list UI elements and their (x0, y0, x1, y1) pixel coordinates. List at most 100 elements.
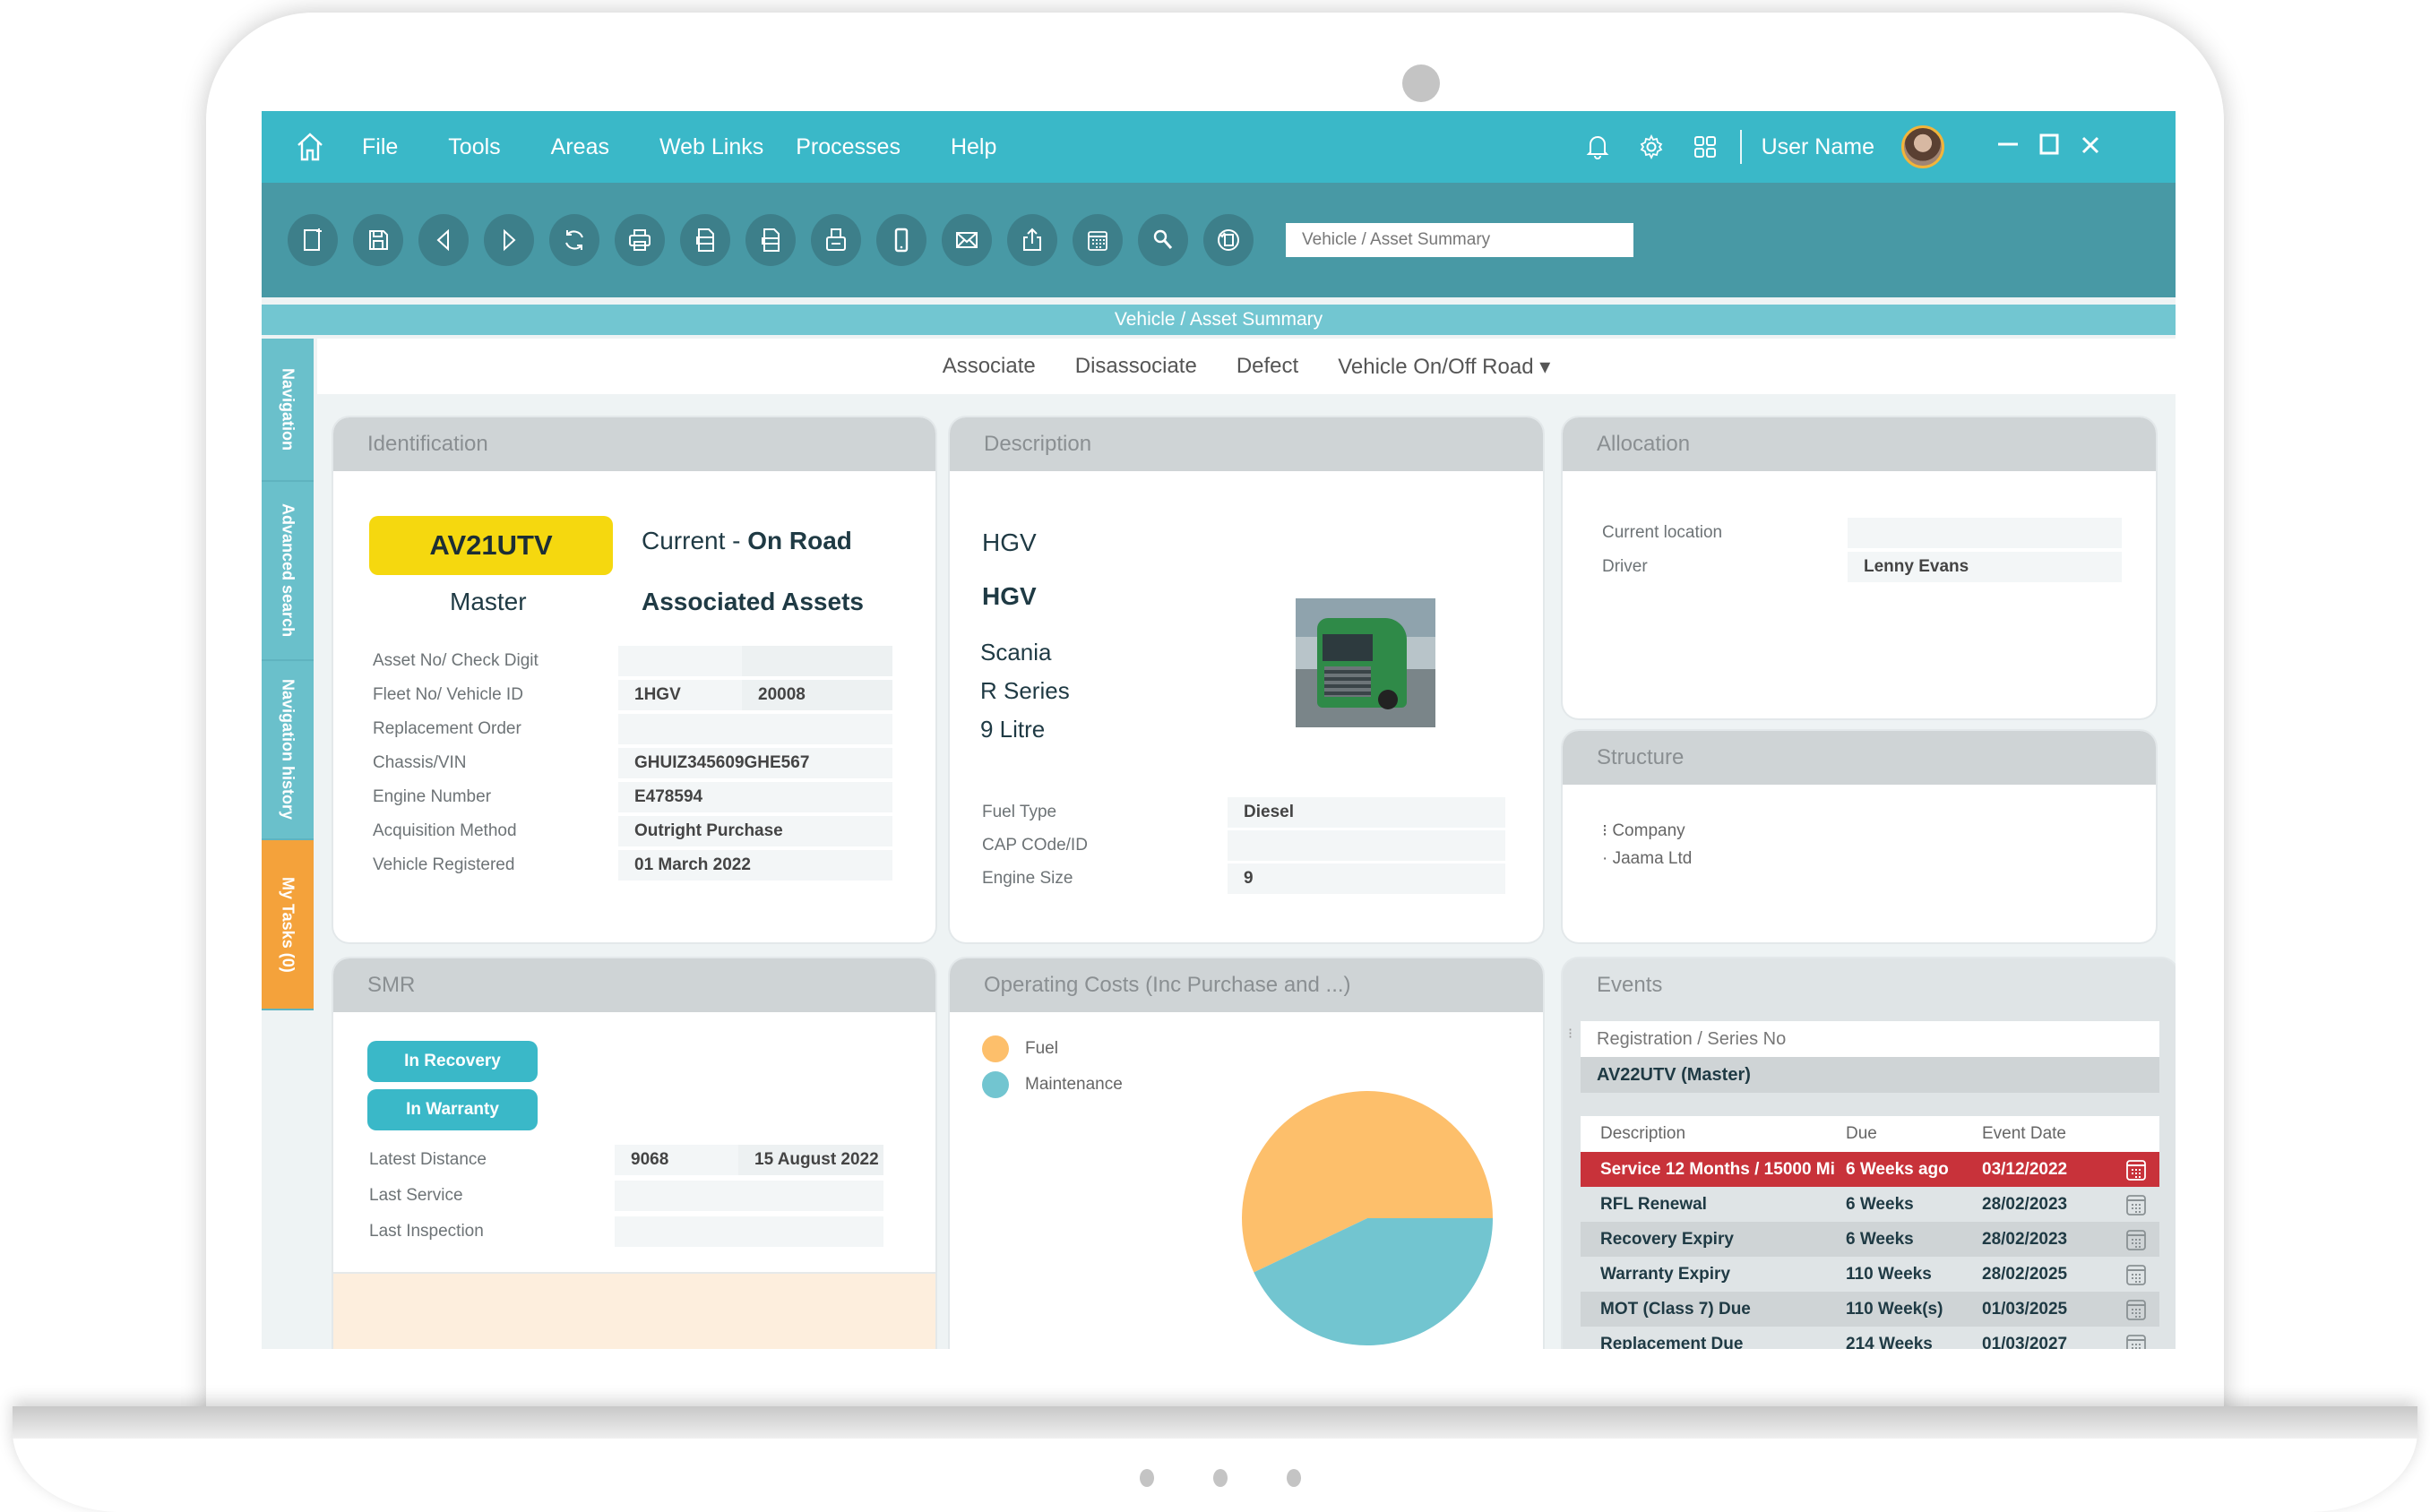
next-icon[interactable] (483, 214, 534, 266)
field-value[interactable]: E478594 (618, 782, 892, 812)
gear-icon[interactable] (1636, 132, 1667, 162)
associated-assets-link[interactable]: Associated Assets (642, 588, 864, 616)
refresh-icon[interactable] (548, 214, 599, 266)
table-row[interactable]: Warranty Expiry 110 Weeks 28/02/2025 (1581, 1257, 2159, 1292)
panel-title: Description (950, 417, 1543, 471)
vehicle-make: Scania (980, 639, 1052, 666)
field-value[interactable] (615, 1216, 883, 1247)
calendar-icon[interactable] (2125, 1298, 2159, 1321)
tree-node-jaama[interactable]: · Jaama Ltd (1602, 849, 1692, 869)
previous-icon[interactable] (418, 214, 469, 266)
bell-icon[interactable] (1582, 132, 1613, 162)
home-icon[interactable] (292, 129, 328, 165)
calendar-icon[interactable] (2125, 1193, 2159, 1216)
field-value[interactable]: GHUIZ345609GHE567 (618, 748, 892, 778)
share-upload-icon[interactable] (1006, 214, 1057, 266)
menu-web-links[interactable]: Web Links (659, 134, 763, 160)
tab-navigation[interactable]: Navigation (262, 339, 314, 482)
menu-areas[interactable]: Areas (551, 134, 609, 160)
field-value[interactable]: 01 March 2022 (618, 850, 892, 881)
table-row[interactable]: Service 12 Months / 15000 Mi 6 Weeks ago 0… (1581, 1152, 2159, 1187)
field-value[interactable]: Diesel (1228, 797, 1505, 828)
new-document-icon[interactable] (287, 214, 338, 266)
table-row[interactable]: Replacement Due 214 Weeks 01/03/2027 (1581, 1327, 2159, 1349)
print-icon[interactable] (614, 214, 665, 266)
export-document-icon[interactable] (679, 214, 730, 266)
in-warranty-badge[interactable]: In Warranty (367, 1089, 538, 1130)
export-document-alt-icon[interactable] (745, 214, 796, 266)
event-date: 28/02/2025 (1982, 1264, 2068, 1284)
tab-advanced-search[interactable]: Advanced search (262, 482, 314, 661)
smr-panel: SMR In Recovery In Warranty Latest Dista… (333, 958, 935, 1349)
save-icon[interactable] (352, 214, 403, 266)
user-name[interactable]: User Name (1762, 134, 1874, 160)
field-value-secondary[interactable]: 20008 (742, 680, 892, 710)
vehicle-on-off-road-dropdown[interactable]: Vehicle On/Off Road ▾ (1338, 354, 1550, 380)
app-window: File Tools Areas Web Links Processes Hel… (262, 111, 2176, 1349)
field-value[interactable] (615, 1181, 883, 1211)
vehicle-photo (1296, 598, 1435, 727)
field-value[interactable]: 9 (1228, 863, 1505, 894)
registration-value[interactable]: AV22UTV (Master) (1581, 1057, 2159, 1093)
field-value[interactable]: 9068 (615, 1145, 738, 1175)
in-recovery-badge[interactable]: In Recovery (367, 1041, 538, 1082)
side-tabs: Navigation Advanced search Navigation hi… (262, 339, 314, 1349)
menu-tools[interactable]: Tools (448, 134, 500, 160)
tab-my-tasks[interactable]: My Tasks (0) (262, 840, 314, 1010)
field-label: Latest Distance (369, 1150, 487, 1169)
vehicle-model: R Series (980, 677, 1070, 704)
associate-button[interactable]: Associate (943, 354, 1036, 379)
table-row[interactable]: MOT (Class 7) Due 110 Week(s) 01/03/2025 (1581, 1292, 2159, 1327)
fax-icon[interactable] (810, 214, 861, 266)
menu-file[interactable]: File (362, 134, 398, 160)
field-value[interactable] (1228, 830, 1505, 861)
avatar[interactable] (1901, 125, 1944, 168)
tree-node-company[interactable]: ⁝ Company (1602, 820, 1685, 841)
field-value[interactable]: Outright Purchase (618, 816, 892, 846)
column-due[interactable]: Due (1846, 1124, 1982, 1144)
table-row[interactable]: Recovery Expiry 6 Weeks 28/02/2023 (1581, 1222, 2159, 1257)
table-header: Description Due Event Date (1581, 1116, 2159, 1152)
field-value[interactable]: 1HGV (618, 680, 742, 710)
divider (1739, 130, 1742, 164)
field-value-secondary[interactable]: 15 August 2022 (738, 1145, 883, 1175)
menu-processes[interactable]: Processes (796, 134, 900, 160)
defect-button[interactable]: Defect (1237, 354, 1298, 379)
calendar-icon[interactable] (2125, 1263, 2159, 1286)
disassociate-button[interactable]: Disassociate (1075, 354, 1197, 379)
history-icon[interactable] (1202, 214, 1254, 266)
column-description[interactable]: Description (1581, 1124, 1846, 1144)
field-label: Chassis/VIN (373, 753, 467, 772)
vehicle-category: HGV (982, 528, 1037, 556)
event-date: 01/03/2025 (1982, 1299, 2068, 1319)
vehicle-status: Current - On Road (642, 527, 852, 554)
calendar-icon[interactable] (2125, 1228, 2159, 1251)
calendar-icon[interactable] (2125, 1158, 2159, 1181)
table-row[interactable]: RFL Renewal 6 Weeks 28/02/2023 (1581, 1187, 2159, 1222)
calendar-icon[interactable] (1072, 214, 1123, 266)
page-search-input[interactable] (1286, 223, 1633, 257)
minimize-icon[interactable] (1995, 133, 2021, 160)
maximize-icon[interactable] (2036, 133, 2063, 160)
indicator-dot (1287, 1469, 1301, 1487)
event-description: Warranty Expiry (1600, 1264, 1731, 1284)
apps-grid-icon[interactable] (1690, 132, 1720, 162)
email-icon[interactable] (941, 214, 992, 266)
field-value[interactable] (1848, 518, 2122, 548)
drag-handle-icon[interactable]: ⁝ (1568, 1025, 1573, 1043)
column-event-date[interactable]: Event Date (1982, 1124, 2125, 1144)
mobile-icon[interactable] (875, 214, 926, 266)
calendar-icon[interactable] (2125, 1333, 2159, 1349)
close-icon[interactable] (2077, 133, 2104, 160)
field-label: Acquisition Method (373, 821, 517, 840)
field-label: Current location (1602, 523, 1723, 542)
event-due: 214 Weeks (1846, 1334, 1933, 1350)
field-value-secondary[interactable] (742, 646, 892, 676)
field-value[interactable] (618, 646, 742, 676)
menu-help[interactable]: Help (951, 134, 996, 160)
field-value[interactable]: Lenny Evans (1848, 552, 2122, 582)
panel-title: Allocation (1563, 417, 2156, 471)
search-icon[interactable] (1137, 214, 1188, 266)
tab-navigation-history[interactable]: Navigation history (262, 661, 314, 840)
field-value[interactable] (618, 714, 892, 744)
